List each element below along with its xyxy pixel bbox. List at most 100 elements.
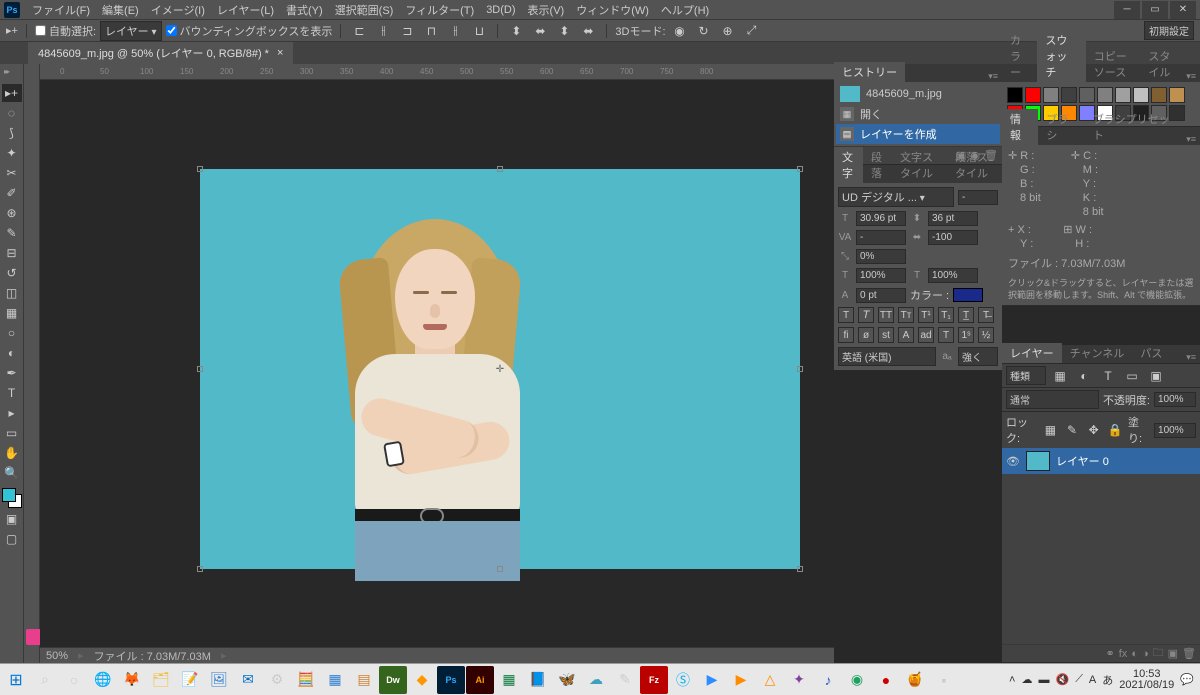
color-swatch[interactable] xyxy=(1151,87,1167,103)
terminal-icon[interactable]: ▪ xyxy=(930,666,958,694)
filter-smart-icon[interactable]: ▣ xyxy=(1146,367,1166,385)
brush-tool[interactable]: ✎ xyxy=(2,224,22,242)
menu-layer[interactable]: レイヤー(L) xyxy=(211,0,280,19)
menu-window[interactable]: ウィンドウ(W) xyxy=(570,0,655,19)
panel-menu-icon[interactable]: ▾≡ xyxy=(984,71,1002,82)
align-center-h-icon[interactable]: ⫲ xyxy=(373,22,393,40)
transform-handle[interactable] xyxy=(797,366,803,372)
vscale-input[interactable]: 100% xyxy=(856,268,906,283)
baseline-input[interactable]: 0 pt xyxy=(856,288,906,303)
layer-name[interactable]: レイヤー 0 xyxy=(1056,453,1109,469)
hscale-input[interactable]: 100% xyxy=(928,268,978,283)
start-button[interactable]: ⊞ xyxy=(2,666,30,694)
transform-handle[interactable] xyxy=(197,166,203,172)
maximize-button[interactable]: ▭ xyxy=(1142,1,1168,19)
vlc-icon[interactable]: △ xyxy=(756,666,784,694)
zoom-level[interactable]: 50% xyxy=(46,650,68,662)
bounding-box-checkbox[interactable]: バウンディングボックスを表示 xyxy=(166,23,333,39)
layer-row[interactable]: 👁 レイヤー 0 xyxy=(1002,448,1200,474)
menu-select[interactable]: 選択範囲(S) xyxy=(329,0,400,19)
paragraph-tab[interactable]: 段落 xyxy=(863,147,892,183)
eraser-tool[interactable]: ◫ xyxy=(2,284,22,302)
allcaps-button[interactable]: TT xyxy=(878,307,894,323)
transform-handle[interactable] xyxy=(497,166,503,172)
app-icon[interactable]: ▤ xyxy=(350,666,378,694)
tracking-input[interactable]: -100 xyxy=(928,230,978,245)
superscript-button[interactable]: T¹ xyxy=(918,307,934,323)
color-swatch[interactable] xyxy=(1133,87,1149,103)
clock[interactable]: 10:53 2021/08/19 xyxy=(1119,669,1174,691)
pen-tool[interactable]: ✒ xyxy=(2,364,22,382)
minimize-button[interactable]: ─ xyxy=(1114,1,1140,19)
color-swatch[interactable] xyxy=(1079,87,1095,103)
paths-tab[interactable]: パス xyxy=(1132,343,1170,363)
panel-menu-icon[interactable]: ▾≡ xyxy=(1182,71,1200,82)
settings-icon[interactable]: ⚙ xyxy=(263,666,291,694)
document-tab[interactable]: 4845609_m.jpg @ 50% (レイヤー 0, RGB/8#) * × xyxy=(28,42,293,64)
history-item[interactable]: ▤ レイヤーを作成 xyxy=(836,124,1000,144)
italic-button[interactable]: T xyxy=(858,307,874,323)
foreground-color-swatch[interactable] xyxy=(2,488,16,502)
illustrator-icon[interactable]: Ai xyxy=(466,666,494,694)
layer-thumbnail[interactable] xyxy=(1026,451,1050,471)
color-swatch[interactable] xyxy=(1169,87,1185,103)
history-tab[interactable]: ヒストリー xyxy=(834,62,905,82)
char-style-tab[interactable]: 文字スタイル xyxy=(892,147,947,183)
filter-type-icon[interactable]: T xyxy=(1098,367,1118,385)
sublime-icon[interactable]: ◆ xyxy=(408,666,436,694)
path-selection-tool[interactable]: ▸ xyxy=(2,404,22,422)
music-icon[interactable]: ♪ xyxy=(814,666,842,694)
brush-tab[interactable]: ブラシ xyxy=(1038,109,1084,145)
firefox-icon[interactable]: 🦊 xyxy=(118,666,146,694)
leading-input[interactable]: 36 pt xyxy=(928,211,978,226)
distribute-icon[interactable]: ⬌ xyxy=(530,22,550,40)
app-icon[interactable]: ✦ xyxy=(785,666,813,694)
panel-menu-icon[interactable]: ▾≡ xyxy=(1182,352,1200,363)
gradient-tool[interactable]: ▦ xyxy=(2,304,22,322)
outlook-icon[interactable]: ✉ xyxy=(234,666,262,694)
opentype-button[interactable]: ½ xyxy=(978,327,994,343)
transform-center-icon[interactable]: ✛ xyxy=(495,364,505,374)
align-bottom-icon[interactable]: ⊔ xyxy=(469,22,489,40)
layers-tab[interactable]: レイヤー xyxy=(1002,343,1062,363)
dodge-tool[interactable]: ◐ xyxy=(2,344,22,362)
fill-input[interactable]: 100% xyxy=(1154,423,1196,438)
opentype-button[interactable]: ad xyxy=(918,327,934,343)
font-size-input[interactable]: 30.96 pt xyxy=(856,211,906,226)
opentype-button[interactable]: st xyxy=(878,327,894,343)
crop-tool[interactable]: ✂ xyxy=(2,164,22,182)
mode-3d-icon[interactable]: ⊕ xyxy=(718,22,738,40)
lock-position-icon[interactable]: ✥ xyxy=(1085,421,1103,439)
mode-3d-icon[interactable]: ↻ xyxy=(694,22,714,40)
distribute-icon[interactable]: ⬍ xyxy=(506,22,526,40)
app-icon[interactable]: ✎ xyxy=(611,666,639,694)
battery-icon[interactable]: ▬ xyxy=(1038,674,1049,686)
menu-3d[interactable]: 3D(D) xyxy=(480,0,521,19)
new-group-icon[interactable]: 🗀 xyxy=(1153,644,1164,663)
lock-transparency-icon[interactable]: ▦ xyxy=(1042,421,1060,439)
photoshop-icon[interactable]: Ps xyxy=(437,666,465,694)
app-icon[interactable]: 🍯 xyxy=(901,666,929,694)
align-top-icon[interactable]: ⊓ xyxy=(421,22,441,40)
auto-select-checkbox[interactable]: 自動選択: xyxy=(35,23,96,39)
filezilla-icon[interactable]: Fz xyxy=(640,666,668,694)
canvas-area[interactable]: 0 50 100 150 200 250 300 350 400 450 500… xyxy=(40,64,834,663)
mode-3d-icon[interactable]: ◉ xyxy=(670,22,690,40)
menu-image[interactable]: イメージ(I) xyxy=(145,0,211,19)
scale-input[interactable]: 0% xyxy=(856,249,906,264)
menu-view[interactable]: 表示(V) xyxy=(522,0,571,19)
font-family-dropdown[interactable]: UD デジタル ... ▾ xyxy=(838,187,954,207)
screen-mode-tool[interactable]: ▢ xyxy=(2,530,22,548)
tray-chevron-icon[interactable]: ˄ xyxy=(1009,674,1015,686)
align-center-v-icon[interactable]: ⫲ xyxy=(445,22,465,40)
explorer-icon[interactable]: 🗂 xyxy=(147,666,175,694)
distribute-icon[interactable]: ⬍ xyxy=(554,22,574,40)
brush-preset-tab[interactable]: ブラシプリセット xyxy=(1085,109,1182,145)
font-style-dropdown[interactable]: - xyxy=(958,190,998,205)
app-icon[interactable]: ☁ xyxy=(582,666,610,694)
clone-source-tab[interactable]: コピーソース xyxy=(1086,46,1141,82)
layer-mask-icon[interactable]: ◐ xyxy=(1131,648,1138,660)
calculator-icon[interactable]: 🧮 xyxy=(292,666,320,694)
color-swatch[interactable] xyxy=(1007,87,1023,103)
wifi-icon[interactable]: ⟋ xyxy=(1075,673,1083,686)
